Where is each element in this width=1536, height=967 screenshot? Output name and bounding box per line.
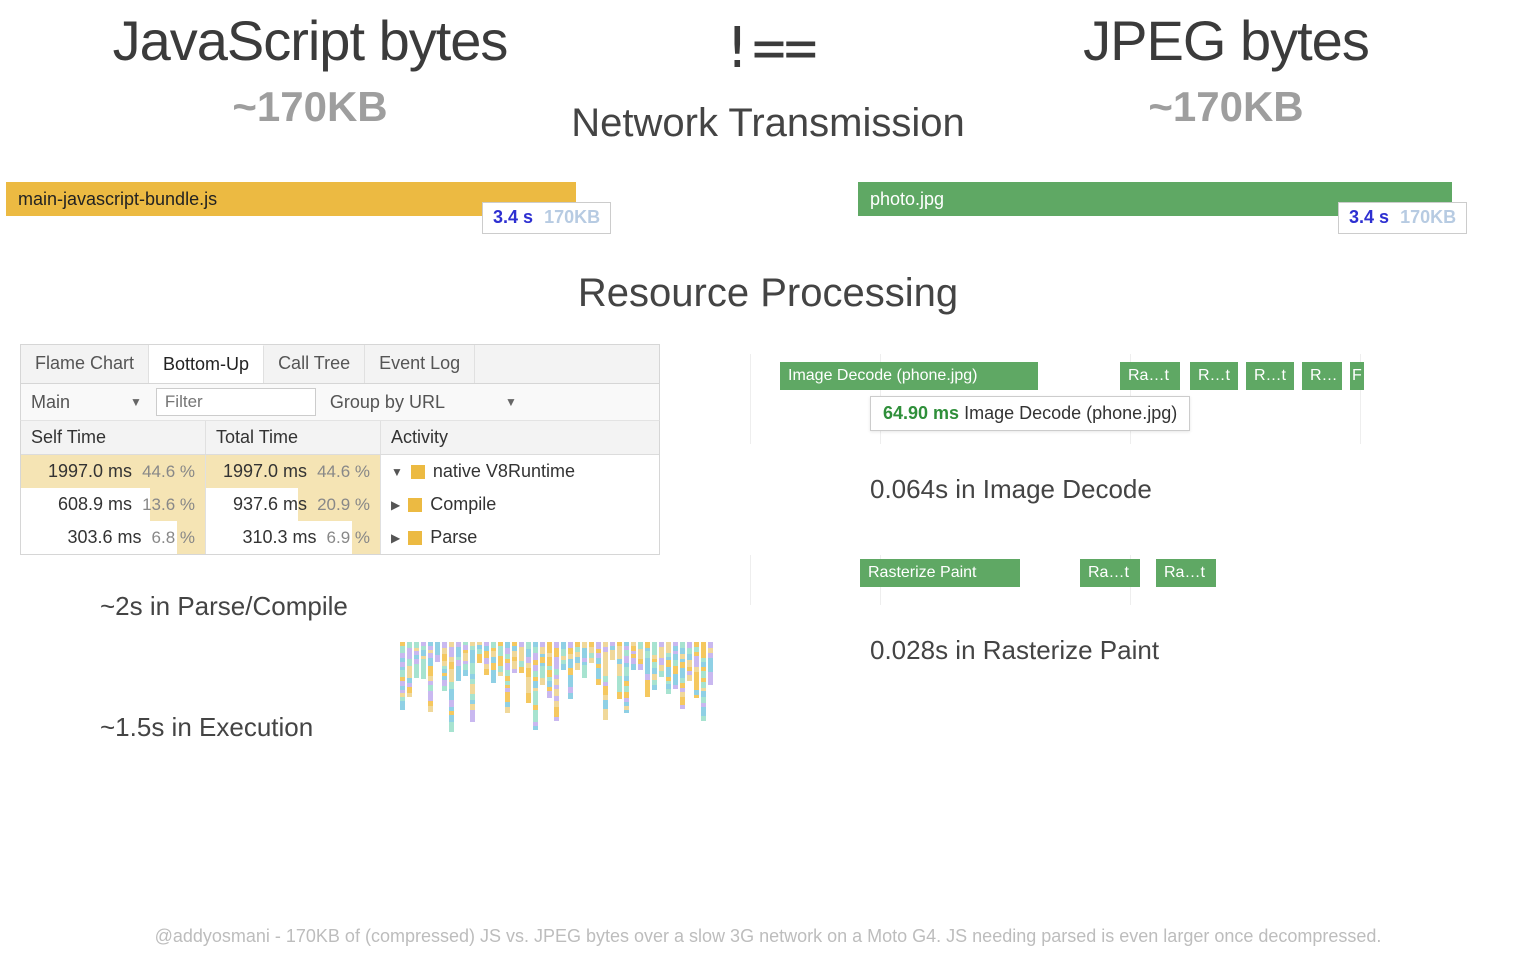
table-row[interactable]: 608.9 ms13.6 %937.6 ms20.9 %▶Compile [21, 488, 659, 521]
js-bar-time: 3.4 s [493, 207, 533, 227]
caption-decode: 0.064s in Image Decode [750, 474, 1516, 505]
raster-paint-chip: Rasterize Paint [860, 559, 1020, 587]
col-total-time[interactable]: Total Time [206, 421, 381, 454]
groupby-label: Group by URL [330, 392, 445, 413]
caption-exec: ~1.5s in Execution [20, 712, 660, 743]
tab-flame-chart[interactable]: Flame Chart [21, 345, 149, 383]
raster-chip: R…t [1190, 362, 1238, 390]
groupby-dropdown[interactable]: Group by URL ▼ [326, 390, 521, 415]
decode-timeline: Image Decode (phone.jpg) Ra…t R…t R…t R…… [750, 354, 1516, 444]
caret-icon: ▼ [130, 395, 142, 409]
js-bar-size: 170KB [544, 207, 600, 227]
title-left: JavaScript bytes [70, 8, 550, 73]
table-row[interactable]: 303.6 ms6.8 %310.3 ms6.9 %▶Parse [21, 521, 659, 554]
caret-icon: ▼ [505, 395, 517, 409]
tab-bottom-up[interactable]: Bottom-Up [149, 345, 264, 383]
raster-chip: Ra…t [1156, 559, 1216, 587]
caption-raster: 0.028s in Rasterize Paint [750, 635, 1516, 666]
jpg-bar-size: 170KB [1400, 207, 1456, 227]
title-right: JPEG bytes [986, 8, 1466, 73]
caption-parse: ~2s in Parse/Compile [20, 591, 660, 622]
table-row[interactable]: 1997.0 ms44.6 %1997.0 ms44.6 %▼native V8… [21, 455, 659, 488]
js-bar-badge: 3.4 s 170KB [482, 202, 611, 234]
raster-timeline: Rasterize Paint Ra…t Ra…t [750, 555, 1516, 605]
col-activity[interactable]: Activity [381, 421, 659, 454]
size-right: ~170KB [986, 83, 1466, 131]
decode-tooltip: 64.90 ms Image Decode (phone.jpg) [870, 396, 1190, 431]
raster-chip: Ra…t [1120, 362, 1180, 390]
flame-chart-icon [400, 642, 660, 772]
jpg-bar-badge: 3.4 s 170KB [1338, 202, 1467, 234]
thread-dropdown[interactable]: Main ▼ [27, 390, 146, 415]
jpg-bar-time: 3.4 s [1349, 207, 1389, 227]
tooltip-label: Image Decode (phone.jpg) [964, 403, 1177, 423]
tab-event-log[interactable]: Event Log [365, 345, 475, 383]
raster-chip: Ra…t [1080, 559, 1140, 587]
filter-input[interactable] [156, 388, 316, 416]
tab-call-tree[interactable]: Call Tree [264, 345, 365, 383]
thread-label: Main [31, 392, 70, 413]
footer-attribution: @addyosmani - 170KB of (compressed) JS v… [0, 926, 1536, 947]
raster-chip: F [1350, 362, 1364, 390]
tooltip-ms: 64.90 ms [883, 403, 959, 423]
raster-chip: R… [1302, 362, 1342, 390]
devtools-tabs: Flame Chart Bottom-Up Call Tree Event Lo… [20, 344, 660, 384]
section-processing: Resource Processing [0, 271, 1536, 316]
not-equal: !== [618, 16, 918, 81]
decode-chip: Image Decode (phone.jpg) [780, 362, 1038, 390]
bottom-up-table: Self Time Total Time Activity 1997.0 ms4… [20, 421, 660, 555]
raster-chip: R…t [1246, 362, 1294, 390]
size-left: ~170KB [70, 83, 550, 131]
col-self-time[interactable]: Self Time [21, 421, 206, 454]
